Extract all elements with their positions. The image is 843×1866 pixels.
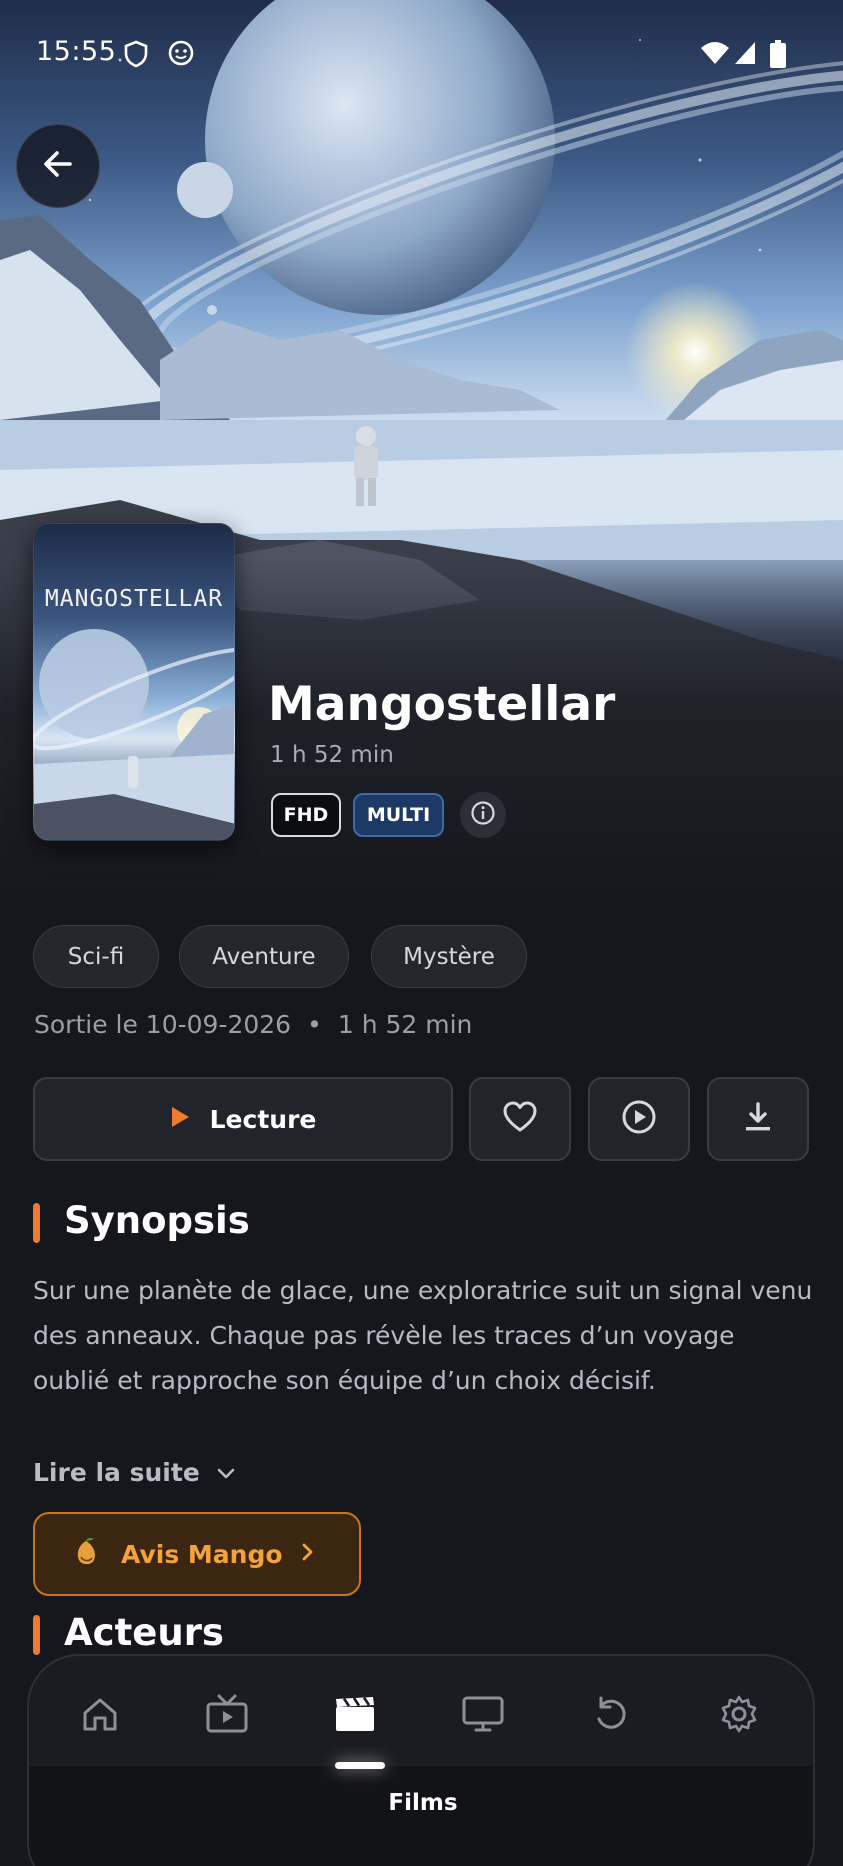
home-icon (81, 1696, 119, 1736)
nav-screen[interactable] (453, 1686, 513, 1746)
trailer-icon (621, 1099, 657, 1139)
nav-active-indicator (335, 1762, 385, 1769)
genre-chip-mystere[interactable]: Mystère (371, 925, 527, 988)
play-button[interactable]: Lecture (33, 1077, 453, 1161)
tv-icon (205, 1694, 249, 1738)
heart-icon (502, 1101, 538, 1137)
poster-title: MANGOSTELLAR (44, 586, 224, 612)
nav-settings[interactable] (709, 1686, 769, 1746)
synopsis-heading: Synopsis (64, 1199, 250, 1242)
trailer-button[interactable] (588, 1077, 690, 1161)
movie-title: Mangostellar (268, 677, 616, 732)
cast-accent-bar (33, 1615, 40, 1655)
genre-chip-scifi[interactable]: Sci-fi (33, 925, 159, 988)
films-icon (333, 1695, 377, 1737)
back-button[interactable] (16, 124, 100, 208)
release-date: Sortie le 10-09-2026 (34, 1010, 292, 1039)
read-more-button[interactable]: Lire la suite (33, 1458, 236, 1487)
multi-badge: MULTI (353, 793, 444, 837)
battery-icon (770, 40, 786, 72)
avis-mango-button[interactable]: Avis Mango (33, 1512, 361, 1596)
chevron-right-icon (301, 1542, 315, 1566)
genre-chip-aventure[interactable]: Aventure (179, 925, 349, 988)
nav-history[interactable] (581, 1686, 641, 1746)
fhd-badge: FHD (271, 793, 341, 837)
release-separator: • (307, 1010, 322, 1039)
nav-films[interactable] (325, 1686, 385, 1746)
movie-duration: 1 h 52 min (270, 742, 394, 768)
nav-home[interactable] (70, 1686, 130, 1746)
nav-tv[interactable] (197, 1686, 257, 1746)
play-label: Lecture (209, 1104, 317, 1134)
release-duration: 1 h 52 min (337, 1010, 473, 1039)
info-icon (470, 800, 496, 830)
synopsis-accent-bar (33, 1203, 40, 1243)
status-bar: 15:55 (0, 0, 843, 108)
nav-active-label: Films (388, 1790, 458, 1816)
favorite-button[interactable] (469, 1077, 571, 1161)
download-button[interactable] (707, 1077, 809, 1161)
info-button[interactable] (460, 792, 506, 838)
synopsis-text: Sur une planète de glace, une exploratri… (33, 1276, 813, 1395)
release-info: Sortie le 10-09-2026 • 1 h 52 min (34, 1010, 472, 1039)
signal-icon (733, 40, 757, 70)
settings-icon (719, 1694, 759, 1738)
arrow-left-icon (40, 146, 76, 186)
screen-icon (461, 1695, 505, 1737)
history-icon (592, 1695, 630, 1737)
mango-icon (73, 1537, 99, 1571)
status-time: 15:55 (36, 36, 117, 67)
download-icon (743, 1101, 773, 1137)
shield-icon (124, 40, 148, 72)
bottom-navigation: Films (27, 1654, 815, 1866)
emoji-face-icon (168, 40, 194, 70)
play-icon (170, 1106, 190, 1132)
read-more-label: Lire la suite (33, 1458, 200, 1487)
chevron-down-icon (216, 1458, 236, 1487)
avis-mango-label: Avis Mango (121, 1539, 283, 1569)
wifi-icon (700, 40, 730, 70)
movie-poster: MANGOSTELLAR (33, 523, 235, 841)
cast-heading: Acteurs (64, 1611, 224, 1654)
